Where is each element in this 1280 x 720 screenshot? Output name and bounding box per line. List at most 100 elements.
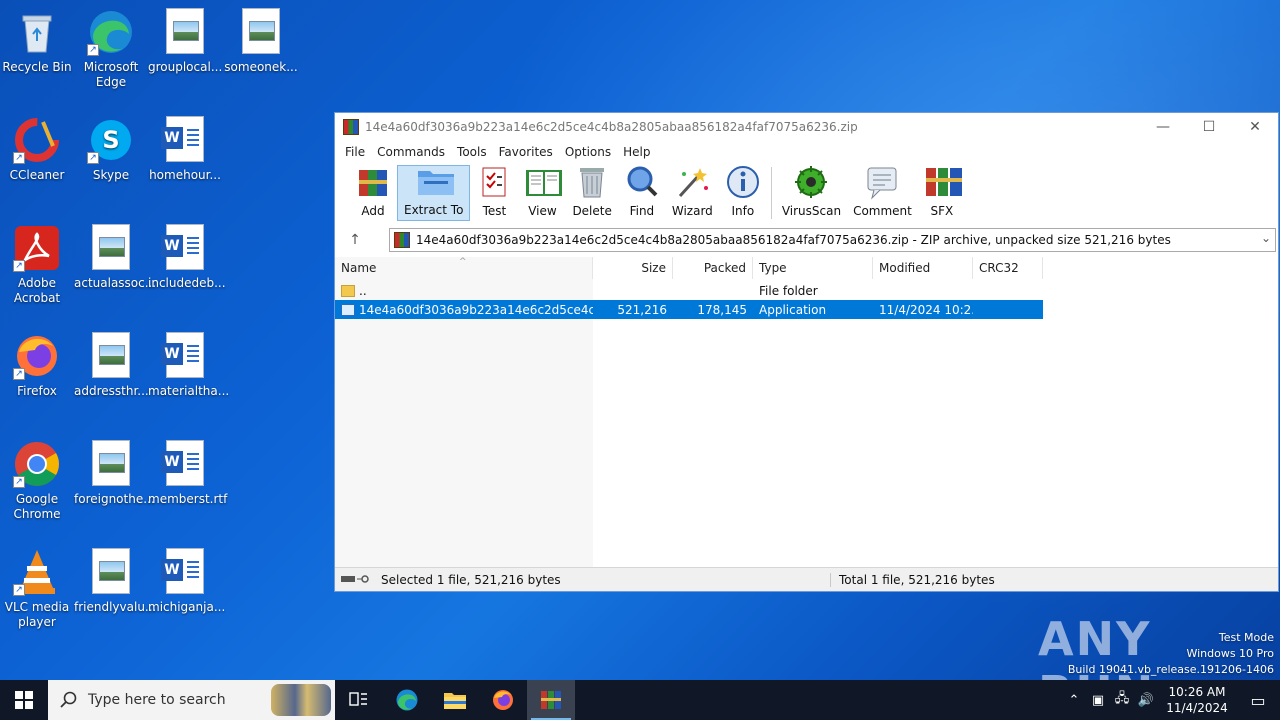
desktop-icon-vlc[interactable]: ↗ VLC media player [0, 548, 74, 630]
shortcut-arrow-icon: ↗ [13, 476, 25, 488]
test-label: Test [482, 204, 507, 218]
column-name[interactable]: Name ^ [335, 257, 593, 279]
chevron-up-icon[interactable]: ⌃ [1062, 693, 1086, 708]
column-header: Name ^ Size Packed Type Modified CRC32 [335, 257, 1043, 279]
shortcut-arrow-icon: ↗ [87, 152, 99, 164]
taskbar-edge[interactable] [383, 680, 431, 720]
desktop-icon-label: foreignothe... [74, 492, 155, 506]
desktop-icon-image-file[interactable]: grouplocal... [148, 8, 222, 75]
extract-to-label: Extract To [404, 203, 464, 217]
svg-text:S: S [102, 126, 119, 154]
row-name: .. [359, 283, 367, 298]
network-icon[interactable]: 🖧 [1110, 689, 1134, 711]
row-packed: 178,145 [697, 302, 747, 317]
delete-button[interactable]: Delete [566, 165, 617, 221]
comment-button[interactable]: Comment [847, 165, 918, 221]
desktop-icon-image-file[interactable]: actualassoc... [74, 224, 156, 291]
test-button[interactable]: Test [470, 165, 518, 221]
table-row-selected[interactable]: 14e4a60df3036a9b223a14e6c2d5ce4c4b8a... … [335, 300, 1043, 319]
image-file-icon [242, 8, 280, 54]
desktop-icon-image-file[interactable]: foreignothe... [74, 440, 155, 507]
word-doc-icon: W [161, 224, 204, 270]
winrar-window[interactable]: 14e4a60df3036a9b223a14e6c2d5ce4c4b8a2805… [334, 112, 1279, 592]
sfx-button[interactable]: SFX [918, 165, 966, 221]
title-bar[interactable]: 14e4a60df3036a9b223a14e6c2d5ce4c4b8a2805… [335, 113, 1278, 141]
find-button[interactable]: Find [618, 165, 666, 221]
clock[interactable]: 10:26 AM 11/4/2024 [1158, 684, 1236, 716]
menu-favorites[interactable]: Favorites [493, 145, 559, 159]
device-icon[interactable]: ▣ [1086, 693, 1110, 708]
start-button[interactable] [0, 680, 48, 720]
wand-icon [674, 164, 710, 200]
minimize-button[interactable]: — [1140, 113, 1186, 141]
desktop-icon-word-doc[interactable]: W includedeb... [148, 224, 226, 291]
desktop-icon-label: grouplocal... [148, 60, 223, 74]
sort-up-icon: ^ [459, 257, 467, 267]
clock-date: 11/4/2024 [1166, 701, 1228, 715]
taskbar-winrar[interactable] [527, 680, 575, 720]
desktop-icon-adobe-acrobat[interactable]: ↗ Adobe Acrobat [0, 224, 74, 306]
desktop-icon-label: Microsoft Edge [83, 60, 139, 89]
chrome-icon: ↗ [13, 440, 61, 488]
add-button[interactable]: Add [349, 165, 397, 221]
desktop-icon-label: includedeb... [148, 276, 226, 290]
delete-label: Delete [572, 204, 612, 218]
image-file-icon [92, 332, 130, 378]
menu-options[interactable]: Options [559, 145, 617, 159]
view-button[interactable]: View [518, 165, 566, 221]
firefox-icon: ↗ [13, 332, 61, 380]
desktop-icon-microsoft-edge[interactable]: ↗ Microsoft Edge [74, 8, 148, 90]
menu-file[interactable]: File [339, 145, 371, 159]
info-button[interactable]: Info [719, 165, 767, 221]
desktop-icon-image-file[interactable]: addressthr... [74, 332, 149, 399]
column-packed[interactable]: Packed [673, 257, 753, 279]
desktop-icon-word-doc[interactable]: W homehour... [148, 116, 222, 183]
shortcut-arrow-icon: ↗ [13, 152, 25, 164]
column-modified[interactable]: Modified [873, 257, 973, 279]
row-modified: 11/4/2024 10:2... [879, 302, 973, 317]
desktop-icon-word-doc[interactable]: W michiganja... [148, 548, 225, 615]
up-arrow-icon[interactable]: ↑ [335, 232, 375, 248]
status-total: Total 1 file, 521,216 bytes [839, 572, 995, 587]
menu-help[interactable]: Help [617, 145, 656, 159]
shortcut-arrow-icon: ↗ [13, 368, 25, 380]
desktop-icon-skype[interactable]: S ↗ Skype [74, 116, 148, 183]
column-crc32[interactable]: CRC32 [973, 257, 1043, 279]
extract-to-button[interactable]: Extract To [397, 165, 471, 221]
desktop-icon-firefox[interactable]: ↗ Firefox [0, 332, 74, 399]
notification-icon[interactable]: ▭ [1236, 691, 1280, 710]
table-row[interactable]: .. File folder [335, 281, 1043, 300]
test-mode-watermark: Test Mode Windows 10 Pro Build 19041.vb_… [1067, 631, 1274, 676]
menu-commands[interactable]: Commands [371, 145, 451, 159]
info-label: Info [731, 204, 755, 218]
taskbar-firefox[interactable] [479, 680, 527, 720]
chevron-down-icon[interactable]: ⌄ [1261, 231, 1271, 245]
maximize-button[interactable]: ☐ [1186, 113, 1232, 141]
row-name: 14e4a60df3036a9b223a14e6c2d5ce4c4b8a... [359, 302, 593, 317]
desktop-icon-image-file[interactable]: someonek... [224, 8, 298, 75]
desktop-icon-recycle-bin[interactable]: Recycle Bin [0, 8, 74, 75]
desktop-icon-word-doc[interactable]: W materialtha... [148, 332, 229, 399]
word-doc-icon: W [161, 332, 204, 378]
menu-tools[interactable]: Tools [451, 145, 493, 159]
address-field[interactable]: 14e4a60df3036a9b223a14e6c2d5ce4c4b8a2805… [389, 228, 1276, 252]
desktop-icon-google-chrome[interactable]: ↗ Google Chrome [0, 440, 74, 522]
winrar-app-icon [343, 119, 359, 135]
volume-icon[interactable]: 🔊 [1134, 693, 1158, 708]
virusscan-button[interactable]: VirusScan [776, 165, 847, 221]
column-size[interactable]: Size [593, 257, 673, 279]
file-list[interactable]: Name ^ Size Packed Type Modified CRC32 ..… [335, 257, 1278, 567]
desktop-icon-image-file[interactable]: friendlyvalu... [74, 548, 156, 615]
drive-key-icon [341, 574, 369, 583]
taskbar-search-box[interactable]: Type here to search [48, 680, 335, 720]
taskbar-file-explorer[interactable] [431, 680, 479, 720]
column-type[interactable]: Type [753, 257, 873, 279]
desktop-icon-ccleaner[interactable]: ↗ CCleaner [0, 116, 74, 183]
task-view-button[interactable] [335, 680, 383, 720]
desktop-icon-label: Recycle Bin [2, 60, 72, 74]
task-view-icon [349, 692, 367, 706]
close-button[interactable]: ✕ [1232, 113, 1278, 141]
desktop-icon-label: Skype [92, 168, 130, 182]
desktop-icon-word-doc[interactable]: W memberst.rtf [148, 440, 227, 507]
wizard-button[interactable]: Wizard [666, 165, 719, 221]
